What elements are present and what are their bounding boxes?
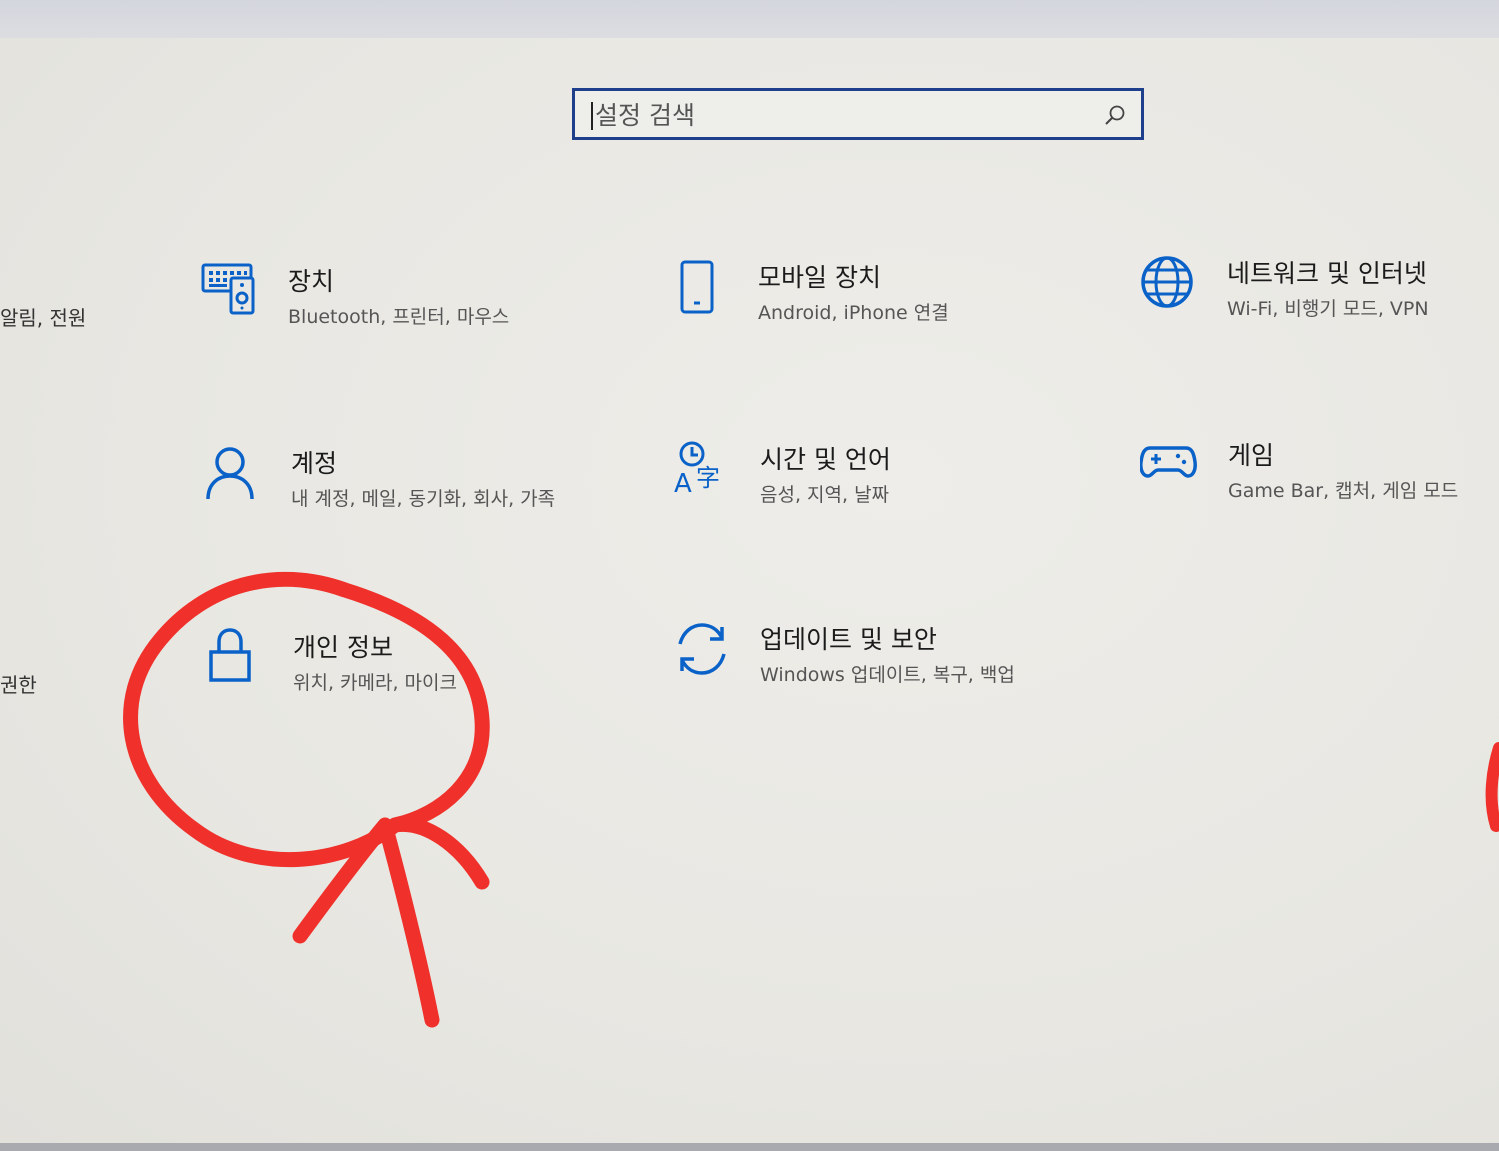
tile-description: 음성, 지역, 날짜 (760, 484, 890, 506)
tile-description: Windows 업데이트, 복구, 백업 (760, 664, 1015, 686)
time-language-icon: A 字 (674, 441, 720, 499)
svg-text:A: A (674, 469, 692, 499)
person-icon (206, 447, 254, 500)
tile-title: 모바일 장치 (758, 263, 881, 292)
globe-icon (1141, 256, 1193, 308)
tile-description: Game Bar, 캡처, 게임 모드 (1228, 480, 1459, 502)
tile-update-security[interactable]: 업데이트 및 보안 Windows 업데이트, 복구, 백업 (672, 620, 1092, 700)
search-box[interactable] (572, 88, 1144, 140)
tile-title: 계정 (291, 449, 338, 478)
text-caret (591, 102, 593, 130)
tile-description: 위치, 카메라, 마이크 (293, 672, 457, 694)
svg-text:字: 字 (696, 464, 720, 492)
search-icon[interactable] (1103, 103, 1127, 127)
tile-title: 업데이트 및 보안 (760, 625, 937, 654)
phone-icon (680, 260, 714, 314)
tile-title: 네트워크 및 인터넷 (1227, 259, 1427, 288)
tile-description: Wi-Fi, 비행기 모드, VPN (1227, 298, 1429, 320)
tile-title: 장치 (288, 267, 335, 296)
search-input[interactable] (595, 97, 1095, 133)
lock-icon (209, 628, 251, 682)
tile-privacy[interactable]: 개인 정보 위치, 카메라, 마이크 (205, 628, 605, 708)
tile-description: Android, iPhone 연결 (758, 302, 949, 324)
keyboard-speaker-icon (201, 263, 255, 315)
tile-description: Bluetooth, 프린터, 마우스 (288, 306, 510, 328)
partial-item-apps-desc[interactable]: 권한 (0, 669, 37, 698)
tile-time-language[interactable]: A 字 시간 및 언어 음성, 지역, 날짜 (672, 440, 1072, 520)
gamepad-icon (1140, 446, 1197, 478)
tile-network-internet[interactable]: 네트워크 및 인터넷 Wi-Fi, 비행기 모드, VPN (1139, 254, 1489, 334)
tile-mobile-devices[interactable]: 모바일 장치 Android, iPhone 연결 (670, 258, 1070, 338)
tile-title: 시간 및 언어 (760, 445, 891, 474)
screen-top-bezel (0, 0, 1499, 38)
tile-title: 개인 정보 (293, 633, 393, 662)
tile-title: 게임 (1228, 441, 1275, 470)
tile-gaming[interactable]: 게임 Game Bar, 캡처, 게임 모드 (1140, 436, 1490, 516)
screen-bottom-bezel (0, 1143, 1499, 1151)
sync-icon (678, 623, 726, 675)
tile-accounts[interactable]: 계정 내 계정, 메일, 동기화, 회사, 가족 (203, 444, 603, 554)
tile-devices[interactable]: 장치 Bluetooth, 프린터, 마우스 (200, 262, 600, 342)
partial-item-system-desc[interactable]: 알림, 전원 (0, 302, 86, 331)
settings-window (0, 38, 1499, 1143)
tile-description: 내 계정, 메일, 동기화, 회사, 가족 (291, 488, 556, 510)
